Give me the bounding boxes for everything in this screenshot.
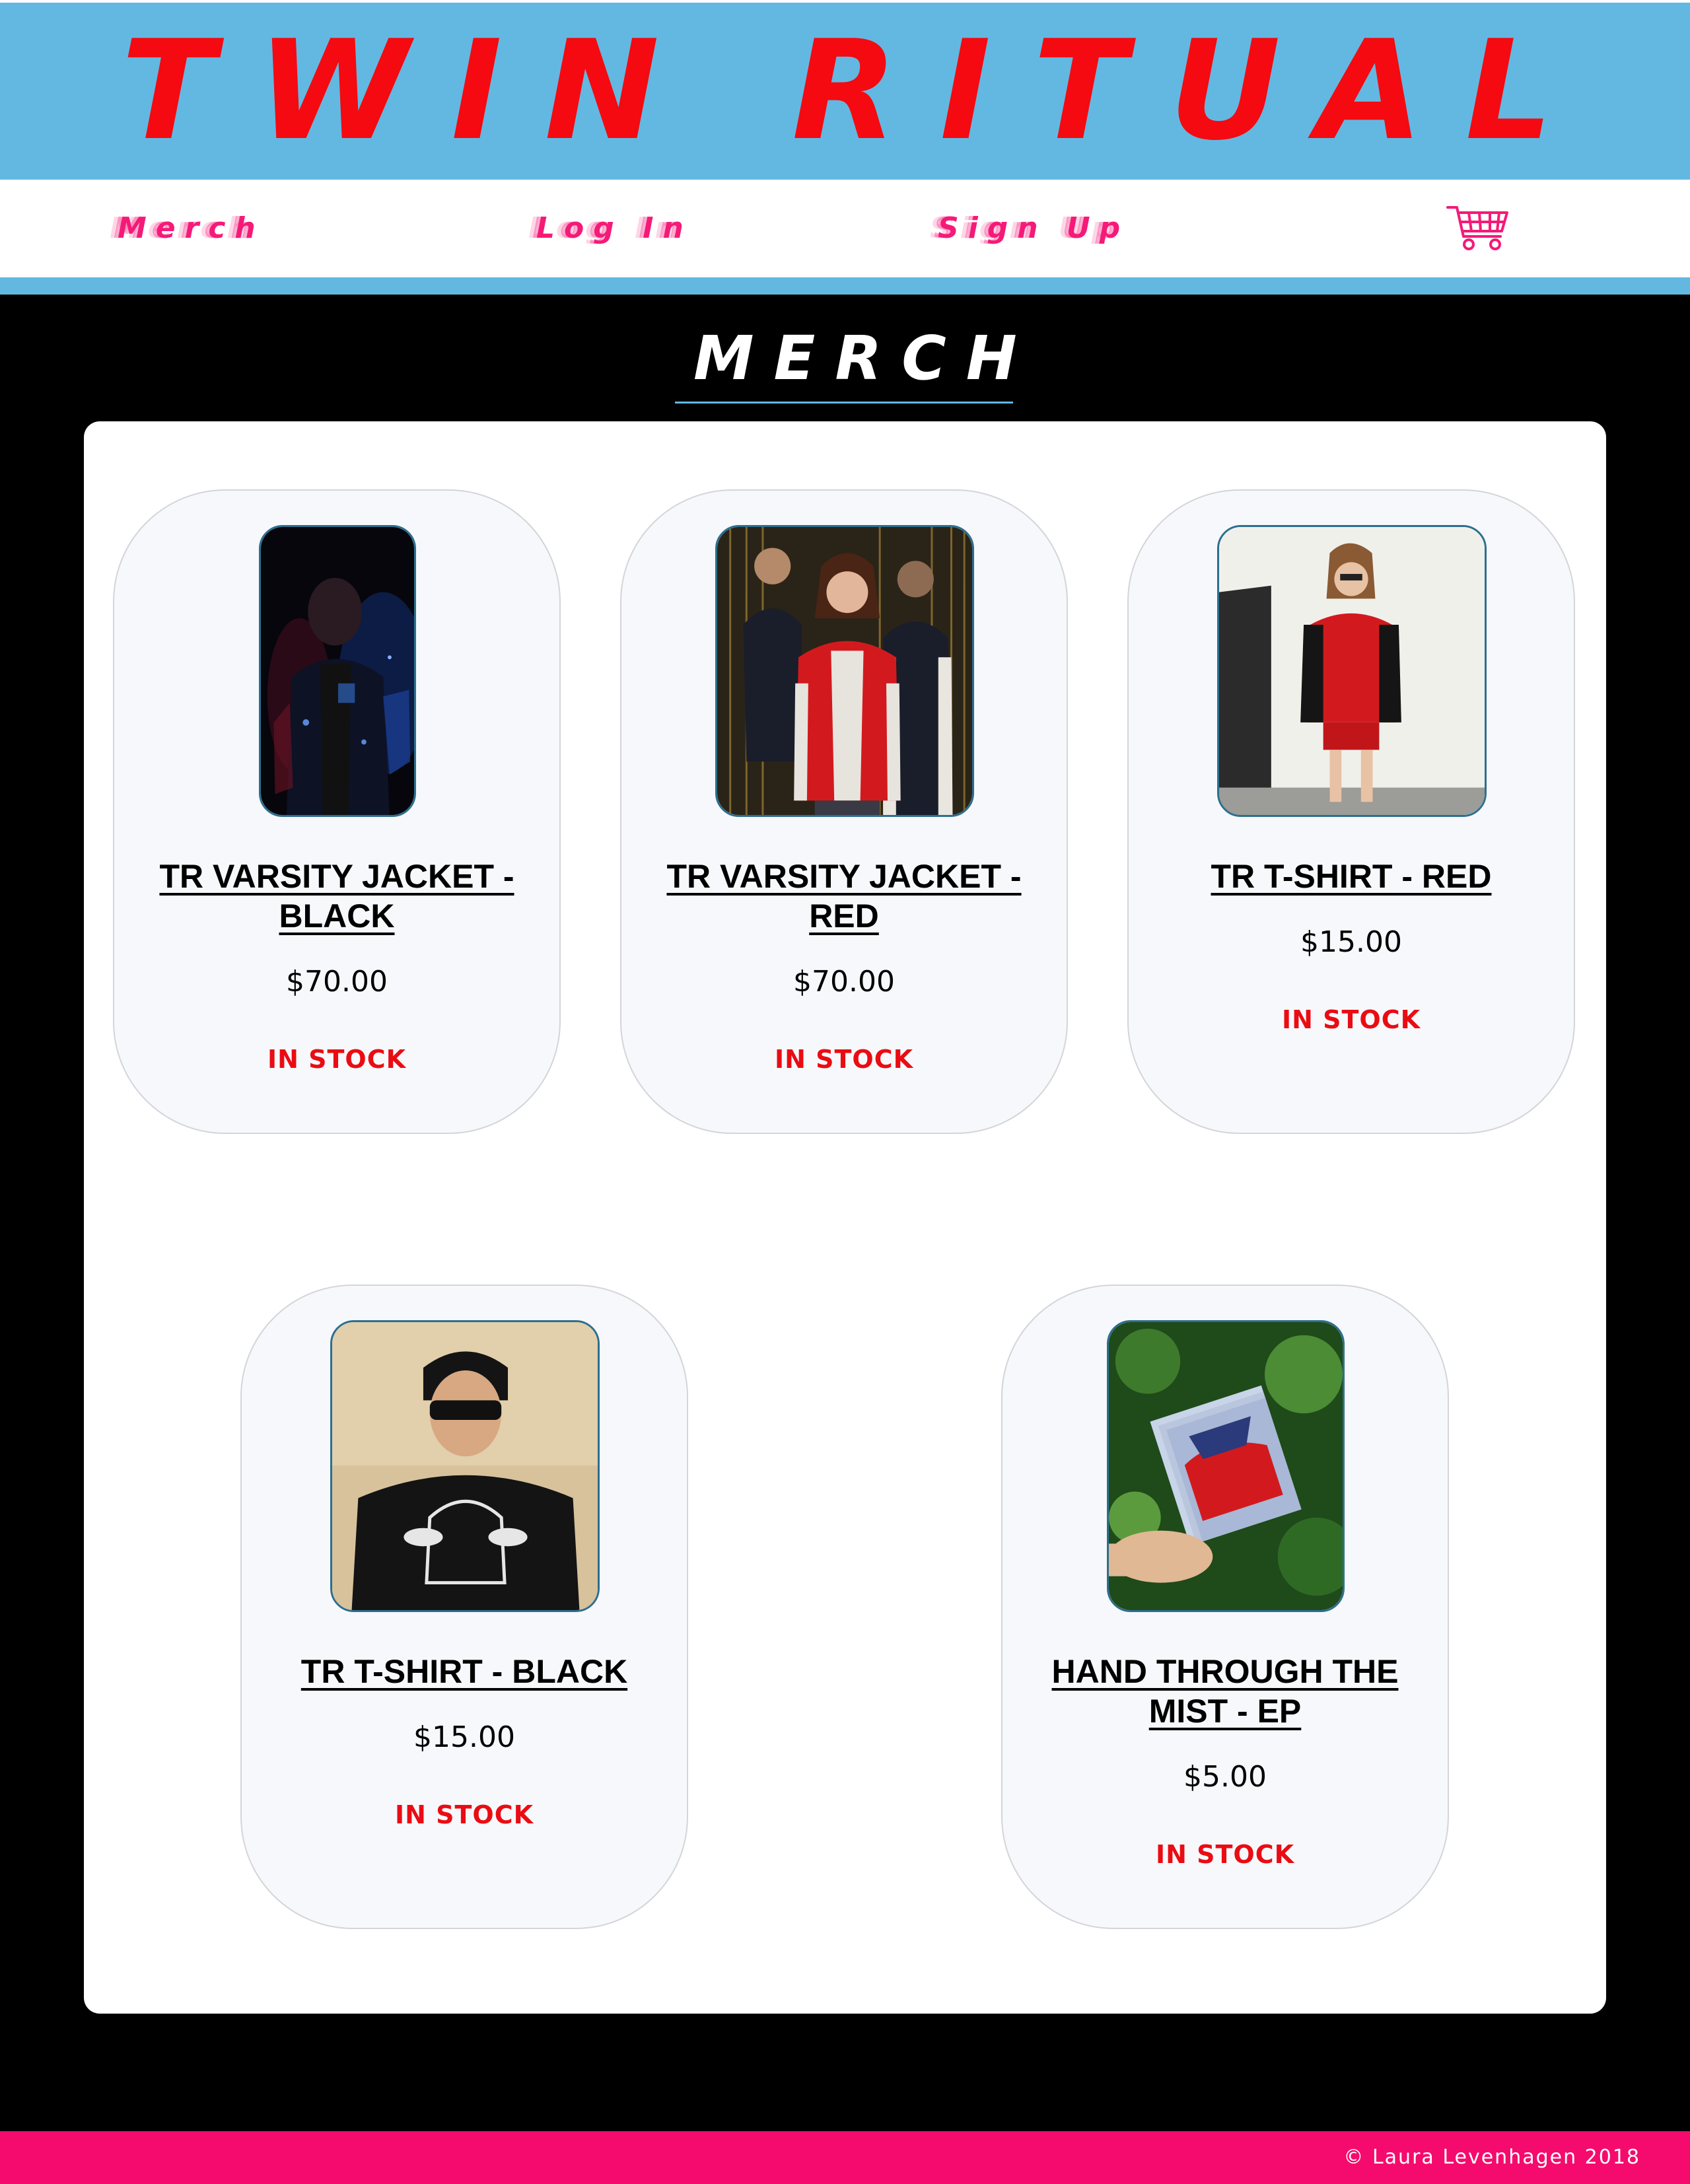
product-title[interactable]: HAND THROUGH THE MIST - EP — [1029, 1652, 1421, 1731]
product-title[interactable]: TR VARSITY JACKET - BLACK — [141, 857, 533, 936]
stock-status: IN STOCK — [1155, 1840, 1295, 1869]
stock-status: IN STOCK — [394, 1800, 534, 1829]
page-heading: MERCH — [693, 323, 1037, 394]
product-card[interactable]: TR T-SHIRT - RED $15.00 IN STOCK — [1127, 489, 1575, 1134]
product-price: $15.00 — [413, 1720, 515, 1754]
site-banner: TWIN RITUAL — [0, 3, 1690, 180]
site-title[interactable]: TWIN RITUAL — [0, 3, 1690, 180]
nav-underline-bar — [0, 277, 1690, 295]
product-image-black-jacket[interactable] — [259, 525, 416, 817]
product-image-red-tshirt[interactable] — [1217, 525, 1487, 817]
product-card[interactable]: TR T-SHIRT - BLACK $15.00 IN STOCK — [240, 1285, 688, 1929]
stock-status: IN STOCK — [774, 1045, 914, 1074]
stock-status: IN STOCK — [267, 1045, 407, 1074]
product-price: $70.00 — [793, 965, 895, 999]
product-card[interactable]: TR VARSITY JACKET - RED $70.00 IN STOCK — [620, 489, 1068, 1134]
product-card[interactable]: HAND THROUGH THE MIST - EP $5.00 IN STOC… — [1001, 1285, 1449, 1929]
product-price: $15.00 — [1300, 925, 1402, 959]
shopping-cart-icon[interactable] — [1446, 203, 1510, 252]
product-image-black-tshirt[interactable] — [330, 1320, 600, 1612]
stock-status: IN STOCK — [1281, 1005, 1421, 1034]
product-title[interactable]: TR T-SHIRT - RED — [1155, 857, 1547, 896]
product-card[interactable]: TR VARSITY JACKET - BLACK $70.00 IN STOC… — [113, 489, 561, 1134]
nav-merch-link[interactable]: Merch — [118, 207, 265, 250]
product-panel: TR VARSITY JACKET - BLACK $70.00 IN STOC… — [84, 421, 1606, 2014]
footer-copyright: © Laura Levenhagen 2018 — [1343, 2146, 1640, 2169]
main-nav: Merch Log In Sign Up — [0, 180, 1690, 277]
product-image-red-jacket[interactable] — [715, 525, 974, 817]
product-image-ep-cd[interactable] — [1107, 1320, 1345, 1612]
product-price: $70.00 — [286, 965, 388, 999]
heading-underline — [675, 402, 1013, 404]
nav-login-link[interactable]: Log In — [536, 207, 693, 250]
nav-signup-link[interactable]: Sign Up — [938, 207, 1129, 250]
site-footer: © Laura Levenhagen 2018 — [0, 2131, 1690, 2184]
product-price: $5.00 — [1183, 1760, 1267, 1794]
product-title[interactable]: TR VARSITY JACKET - RED — [648, 857, 1040, 936]
product-title[interactable]: TR T-SHIRT - BLACK — [268, 1652, 660, 1691]
